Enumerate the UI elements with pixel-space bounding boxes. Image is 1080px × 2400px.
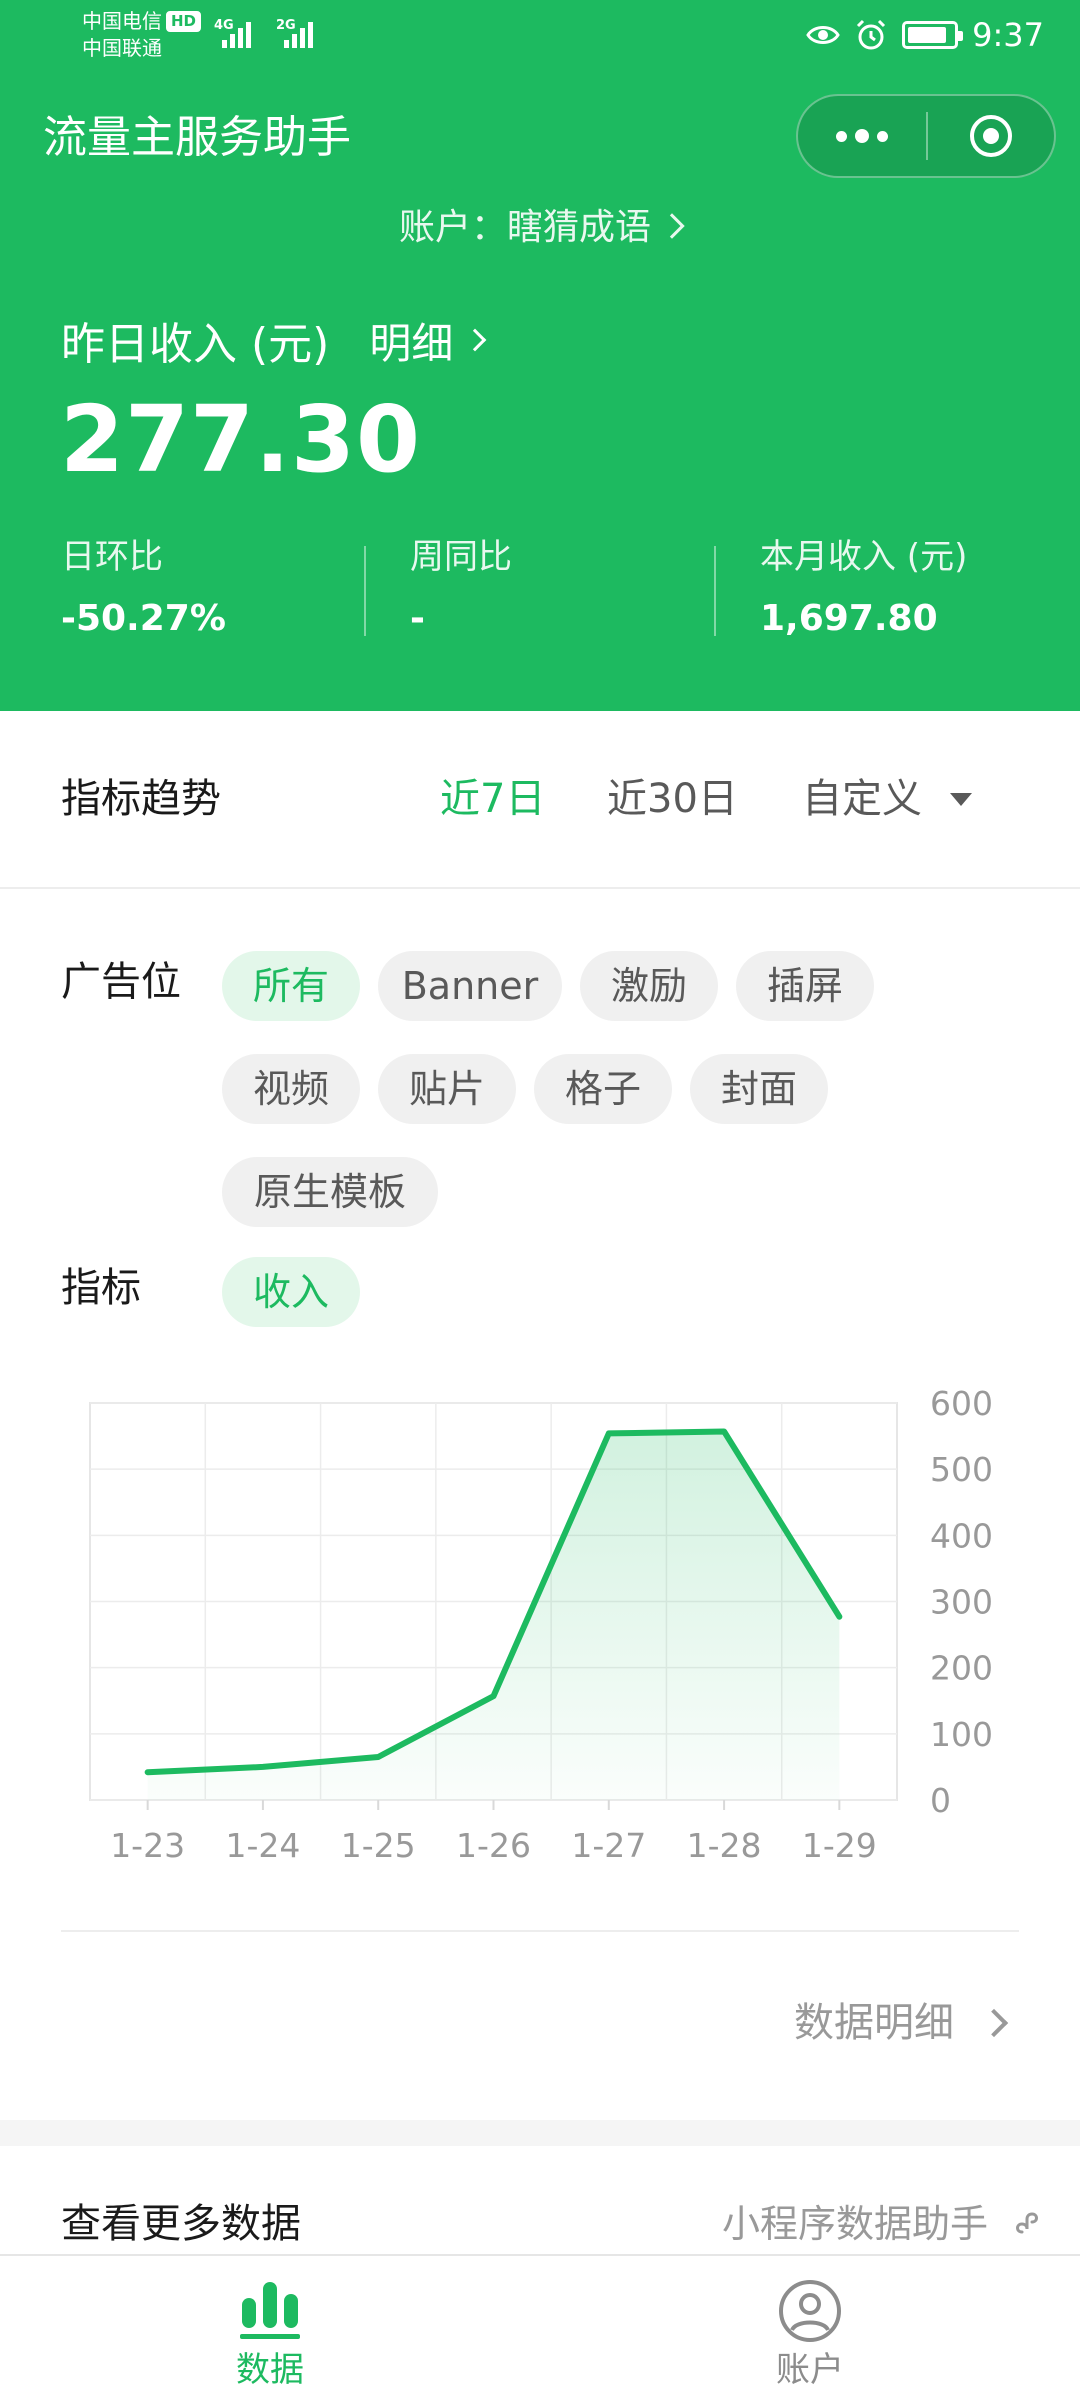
custom-range-label: 自定义 (802, 776, 922, 822)
metric-chip-income[interactable]: 收入 (222, 1257, 360, 1327)
signal-icon (222, 18, 251, 48)
stat-label: 本月收入 (元) (760, 537, 968, 577)
account-label: 账户：瞎猜成语 (398, 207, 651, 248)
income-detail-link[interactable]: 明细 (369, 310, 487, 371)
chevron-right-icon (659, 213, 685, 239)
stats-row: 日环比 -50.27% 周同比 - 本月收入 (元) 1,697.80 (0, 534, 1080, 644)
stat-value: -50.27% (61, 598, 226, 639)
signal-icon-2 (284, 18, 313, 48)
close-button[interactable] (928, 96, 1054, 176)
stat-value: - (410, 598, 425, 639)
bar-chart-icon (240, 2282, 300, 2339)
chart-y-tick-label: 200 (930, 1649, 993, 1688)
income-label-row: 昨日收入 (元) 明细 (61, 310, 487, 371)
chart-svg: 1-23 1-24 1-25 1-26 1-27 1-28 1-29 0 100 200 300 4… (89, 1384, 993, 1865)
stat-label: 日环比 (61, 537, 163, 577)
section-divider (61, 1930, 1019, 1932)
data-detail-label: 数据明细 (794, 2000, 954, 2046)
alarm-icon (857, 19, 886, 50)
chart-x-tick-label: 1-29 (802, 1826, 877, 1865)
clock-time: 9:37 (972, 16, 1044, 54)
stat-divider (714, 546, 716, 636)
tab-data[interactable]: 数据 (0, 2256, 540, 2400)
more-data-title: 查看更多数据 (61, 2201, 301, 2247)
mini-program-icon (1016, 2212, 1038, 2234)
more-data-row[interactable]: 查看更多数据 小程序数据助手 (0, 2146, 1080, 2256)
income-trend-chart: 1-23 1-24 1-25 1-26 1-27 1-28 1-29 0 100 200 300 4… (0, 1360, 1080, 1880)
chevron-right-icon (979, 2008, 1009, 2038)
ad-slot-chip-preroll[interactable]: 贴片 (378, 1054, 516, 1124)
chart-x-tick-label: 1-28 (687, 1826, 762, 1865)
battery-icon (902, 21, 964, 49)
page-title: 流量主服务助手 (43, 112, 351, 163)
tab-account[interactable]: 账户 (540, 2256, 1080, 2400)
detail-link-label: 明细 (369, 318, 454, 368)
chart-y-tick-label: 500 (930, 1450, 993, 1489)
ad-slot-chip-banner[interactable]: Banner (378, 951, 562, 1021)
header: 中国电信 HD 中国联通 4G 2G 9:37 流量主服务助手 账户：瞎猜成语 … (0, 0, 1080, 711)
carrier-1: 中国电信 (82, 9, 162, 33)
trend-title: 指标趋势 (61, 776, 221, 822)
chart-y-tick-label: 100 (930, 1715, 993, 1754)
section-gap (0, 2120, 1080, 2146)
ad-slot-chip-native-template[interactable]: 原生模板 (222, 1157, 438, 1227)
ad-slot-chip-grid[interactable]: 格子 (534, 1054, 672, 1124)
ad-slot-chip-all[interactable]: 所有 (222, 951, 360, 1021)
status-bar: 中国电信 HD 中国联通 4G 2G 9:37 (0, 0, 1080, 70)
stat-divider (364, 546, 366, 636)
stat-week-over-week: 周同比 - (410, 534, 512, 644)
tab-account-label: 账户 (776, 2350, 844, 2390)
chart-y-tick-label: 300 (930, 1583, 993, 1622)
chart-y-tick-label: 600 (930, 1384, 993, 1423)
chart-y-tick-label: 400 (930, 1516, 993, 1555)
chart-x-tick-label: 1-23 (110, 1826, 185, 1865)
more-button[interactable] (798, 96, 926, 176)
ad-slot-label: 广告位 (61, 959, 181, 1005)
account-selector[interactable]: 账户：瞎猜成语 (0, 202, 1080, 254)
metric-label: 指标 (61, 1265, 141, 1311)
data-assistant-link[interactable]: 小程序数据助手 (722, 2196, 1044, 2252)
chart-x-tick-label: 1-25 (341, 1826, 416, 1865)
chevron-right-icon (464, 328, 487, 352)
tab-last-7-days[interactable]: 近7日 (440, 771, 545, 827)
hd-badge: HD (166, 11, 202, 32)
tab-last-30-days[interactable]: 近30日 (607, 771, 738, 827)
chart-y-tick-label: 0 (930, 1781, 951, 1820)
bottom-tab-bar: 数据 账户 (0, 2254, 1080, 2400)
carrier-info: 中国电信 HD 中国联通 (82, 8, 202, 62)
ad-slot-chip-cover[interactable]: 封面 (690, 1054, 828, 1124)
carrier-2: 中国联通 (82, 36, 162, 60)
stat-value: 1,697.80 (760, 598, 938, 639)
income-value: 277.30 (60, 386, 422, 493)
caret-down-icon (950, 793, 972, 806)
ad-slot-chip-reward[interactable]: 激励 (580, 951, 718, 1021)
stat-day-over-day: 日环比 -50.27% (61, 534, 226, 644)
tab-data-label: 数据 (236, 2350, 304, 2390)
eye-icon (806, 26, 840, 44)
target-close-icon (970, 115, 1012, 157)
chart-x-tick-label: 1-24 (225, 1826, 300, 1865)
chart-x-tick-label: 1-26 (456, 1826, 531, 1865)
status-right: 9:37 (806, 14, 1044, 56)
stat-label: 周同比 (410, 537, 512, 577)
trend-bar: 指标趋势 近7日 近30日 自定义 (0, 711, 1080, 889)
data-assistant-label: 小程序数据助手 (721, 2202, 988, 2246)
ad-slot-chip-video[interactable]: 视频 (222, 1054, 360, 1124)
income-label: 昨日收入 (元) (61, 319, 330, 370)
chart-x-tick-label: 1-27 (571, 1826, 646, 1865)
mini-program-capsule (796, 94, 1056, 178)
tab-custom-range[interactable]: 自定义 (802, 771, 972, 827)
user-circle-icon (779, 2280, 841, 2342)
ad-slot-chip-interstitial[interactable]: 插屏 (736, 951, 874, 1021)
battery-fill (908, 27, 946, 43)
stat-month-income: 本月收入 (元) 1,697.80 (760, 534, 967, 644)
chart-area-fill (147, 1431, 840, 1800)
data-detail-link[interactable]: 数据明细 (794, 1995, 1009, 2051)
